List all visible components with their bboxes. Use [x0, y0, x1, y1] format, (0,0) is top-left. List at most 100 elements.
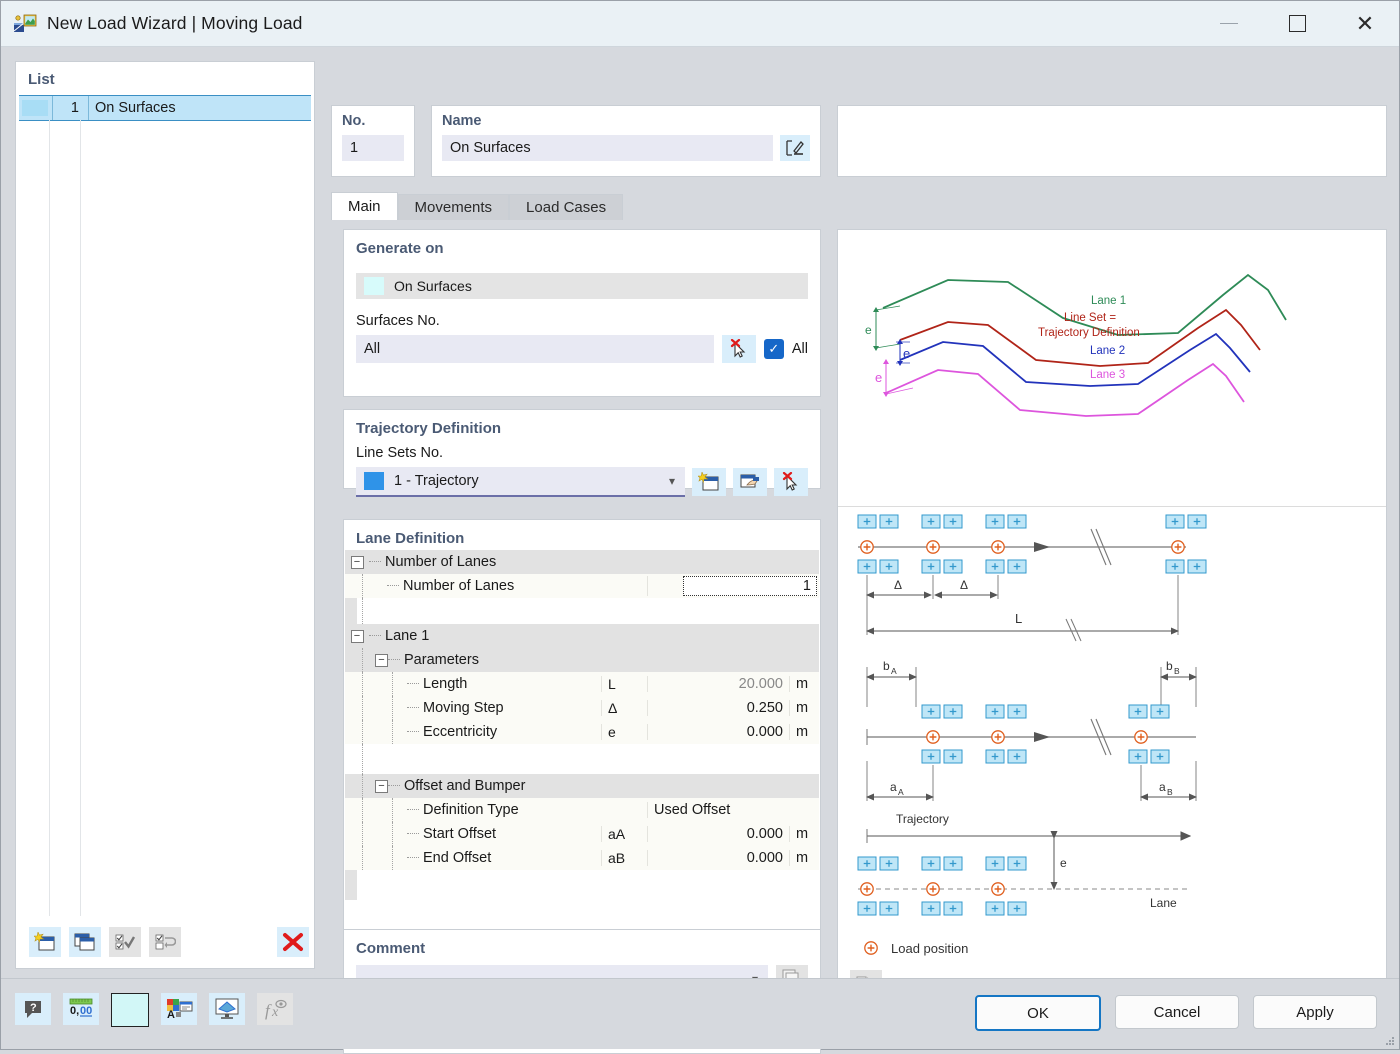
footer-toolbar: ? 0, 00 A [15, 993, 293, 1027]
svg-text:A: A [167, 1009, 175, 1021]
tree-row-unit-start-offset: m [789, 826, 819, 842]
lane-definition-title: Lane Definition [344, 520, 820, 551]
copy-item-button[interactable] [69, 927, 101, 957]
tree-vline2-1 [392, 672, 394, 696]
graphic-label-lane-2: Lane 2 [1090, 345, 1125, 357]
tree-vline-9 [362, 798, 364, 822]
all-checkbox[interactable]: ✓ [764, 339, 784, 359]
tree-row-definition-type[interactable]: Definition Type Used Offset [345, 798, 819, 822]
generate-on-swatch [364, 277, 384, 295]
graphic-label-lane-1: Lane 1 [1091, 295, 1126, 307]
graphic-label-trajectory-definition: Trajectory Definition [1038, 327, 1140, 339]
dialog-buttons: OK Cancel Apply [975, 995, 1377, 1031]
tree-row-label-definition-type: Definition Type [419, 802, 519, 818]
collapse-icon-lane1[interactable]: − [351, 630, 364, 643]
maximize-button[interactable] [1263, 1, 1331, 46]
tree-row-value-cell[interactable]: 1 [647, 576, 819, 596]
new-line-set-button[interactable] [692, 468, 726, 496]
tree-row-moving-step[interactable]: Moving Step Δ 0.250 m [345, 696, 819, 720]
rename-pencil-icon[interactable] [780, 135, 810, 161]
dim-bA-sub: A [891, 666, 897, 676]
diagram-offsets: b A b B [867, 659, 1196, 801]
pick-line-set-button[interactable] [774, 468, 808, 496]
tree-dot-leader-9 [407, 809, 419, 811]
resize-grip[interactable] [1385, 1036, 1395, 1046]
tree-row-value-start-offset[interactable]: 0.000 [647, 826, 789, 842]
formula-button[interactable]: f x [257, 993, 293, 1025]
ok-button[interactable]: OK [975, 995, 1101, 1031]
tree-subgroup-parameters[interactable]: − Parameters [345, 648, 819, 672]
window-title: New Load Wizard | Moving Load [47, 13, 303, 34]
dim-bB-sub: B [1174, 666, 1180, 676]
edit-line-set-button[interactable] [733, 468, 767, 496]
tree-subgroup-offset-bumper[interactable]: − Offset and Bumper [345, 774, 819, 798]
tree-row-end-offset[interactable]: End Offset aB 0.000 m [345, 846, 819, 870]
dim-bB: b [1166, 659, 1173, 673]
tree-dot-leader-6 [407, 707, 419, 709]
graphic-label-lane: Lane [1150, 896, 1177, 910]
tab-load-cases[interactable]: Load Cases [509, 194, 623, 220]
tree-group-number-of-lanes[interactable]: − Number of Lanes [345, 550, 819, 574]
tree-group-label-lane1: Lane 1 [381, 628, 429, 644]
number-of-lanes-input[interactable]: 1 [683, 576, 817, 596]
tree-row-number-of-lanes[interactable]: Number of Lanes 1 [345, 574, 819, 598]
tree-dot-leader [369, 561, 381, 563]
tree-row-value-moving-step[interactable]: 0.250 [647, 700, 789, 716]
tree-row-value-end-offset[interactable]: 0.000 [647, 850, 789, 866]
tree-row-value-eccentricity[interactable]: 0.000 [647, 724, 789, 740]
list-item[interactable]: 1 On Surfaces [19, 95, 311, 121]
color-swatch-button[interactable] [111, 993, 149, 1027]
help-button[interactable]: ? [15, 993, 51, 1025]
new-load-wizard-window: New Load Wizard | Moving Load ✕ List 1 [0, 0, 1400, 1050]
tree-row-unit-eccentricity: m [789, 724, 819, 740]
minimize-button[interactable] [1195, 1, 1263, 46]
tree-row-value-definition-type[interactable]: Used Offset [647, 802, 789, 818]
select-all-button[interactable] [109, 927, 141, 957]
trajectory-definition-card: Trajectory Definition Line Sets No. 1 - … [343, 409, 821, 489]
expander-wrap[interactable]: − [345, 556, 369, 569]
list-panel-title: List [16, 62, 314, 94]
tree-dot-leader-8 [388, 785, 400, 787]
tree-row-unit-moving-step: m [789, 700, 819, 716]
tree-row-label-moving-step: Moving Step [419, 700, 504, 716]
invert-selection-button[interactable] [149, 927, 181, 957]
new-item-button[interactable] [29, 927, 61, 957]
delete-item-button[interactable] [277, 927, 309, 957]
tree-row-unit-end-offset: m [789, 850, 819, 866]
decimal-places-button[interactable]: 0, 00 [63, 993, 99, 1025]
tree-blank-row [345, 598, 819, 624]
top-right-panel [837, 105, 1387, 177]
tree-row-eccentricity[interactable]: Eccentricity e 0.000 m [345, 720, 819, 744]
surfaces-no-input[interactable]: All [356, 335, 714, 363]
graphic-label-lane-3: Lane 3 [1090, 369, 1125, 381]
tree-row-label: Number of Lanes [399, 578, 514, 594]
apply-button[interactable]: Apply [1253, 995, 1377, 1029]
display-properties-button[interactable]: A [161, 993, 197, 1025]
select-cursor-x-icon[interactable] [722, 335, 756, 363]
collapse-icon-offset[interactable]: − [375, 780, 388, 793]
footer-bar: ? 0, 00 A [1, 978, 1399, 1049]
expander-wrap-lane1[interactable]: − [345, 630, 369, 643]
render-view-button[interactable] [209, 993, 245, 1025]
tree-row-label-start-offset: Start Offset [419, 826, 496, 842]
number-input[interactable]: 1 [342, 135, 404, 161]
comment-title: Comment [344, 930, 820, 961]
name-input[interactable]: On Surfaces [442, 135, 773, 161]
line-sets-combobox[interactable]: 1 - Trajectory ▾ [356, 467, 685, 497]
close-icon: ✕ [1356, 13, 1374, 35]
collapse-icon-parameters[interactable]: − [375, 654, 388, 667]
tree-row-value-length: 20.000 [647, 676, 789, 692]
trajectory-definition-title: Trajectory Definition [344, 410, 820, 441]
tree-group-lane-1[interactable]: − Lane 1 [345, 624, 819, 648]
svg-text:f: f [265, 1001, 272, 1020]
close-button[interactable]: ✕ [1331, 1, 1399, 46]
tree-row-start-offset[interactable]: Start Offset aA 0.000 m [345, 822, 819, 846]
tab-main[interactable]: Main [331, 192, 398, 220]
cancel-button[interactable]: Cancel [1115, 995, 1239, 1029]
tree-row-length[interactable]: Length L 20.000 m [345, 672, 819, 696]
collapse-icon[interactable]: − [351, 556, 364, 569]
generate-on-selected-row[interactable]: On Surfaces [356, 273, 808, 299]
graphic-label-line-set: Line Set = [1064, 312, 1116, 324]
tree-vline [362, 574, 364, 598]
tab-movements[interactable]: Movements [398, 194, 510, 220]
